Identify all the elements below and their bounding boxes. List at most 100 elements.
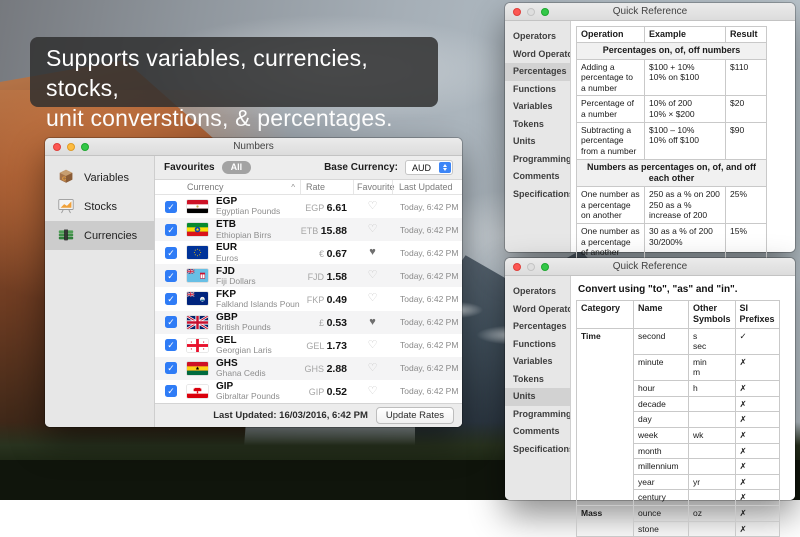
favourite-heart-icon[interactable]: ♡ [353, 386, 392, 397]
currency-row[interactable]: ✓ GBP British Pounds £ 0.53 ♥ Today, 6:4… [155, 311, 462, 334]
row-last-updated: Today, 6:42 PM [392, 386, 462, 396]
table-row: Timeseconds sec✓ [577, 328, 780, 354]
sidebar-item-operators[interactable]: Operators [505, 283, 570, 301]
sidebar-item-functions[interactable]: Functions [505, 336, 570, 354]
currency-rate: GHS 2.88 [300, 359, 353, 377]
rate-value: 0.52 [327, 386, 347, 398]
qr-bottom-titlebar[interactable]: Quick Reference [505, 258, 795, 276]
minimize-button[interactable] [67, 143, 75, 151]
sidebar-item-specifications[interactable]: Specifications [505, 441, 570, 459]
sidebar-item-programming[interactable]: Programming [505, 406, 570, 424]
sidebar-item-label: Stocks [84, 201, 117, 213]
stepper-arrows-icon[interactable] [439, 162, 451, 173]
base-currency-select[interactable]: AUD [405, 160, 453, 175]
enabled-checkbox[interactable]: ✓ [165, 224, 177, 236]
sidebar-item-tokens[interactable]: Tokens [505, 116, 570, 134]
sidebar-item-operators[interactable]: Operators [505, 28, 570, 46]
enabled-checkbox[interactable]: ✓ [165, 339, 177, 351]
currency-row[interactable]: ✓ GIP Gibraltar Pounds GIP 0.52 ♡ Today,… [155, 380, 462, 403]
sidebar-item-specifications[interactable]: Specifications [505, 186, 570, 204]
favourite-heart-icon[interactable]: ♡ [353, 201, 392, 212]
cell-symbols: s sec [689, 328, 736, 354]
cell-name: day [634, 412, 689, 428]
currency-row[interactable]: ✓ FKP Falkland Islands Pounds FKP 0.49 ♡… [155, 287, 462, 310]
currency-row[interactable]: ✓ GEL Georgian Laris GEL 1.73 ♡ Today, 6… [155, 334, 462, 357]
zoom-button[interactable] [541, 8, 549, 16]
column-header-currency[interactable]: Currency ^ [155, 180, 300, 194]
currency-code: EUR [216, 242, 300, 253]
sidebar-item-word-operators[interactable]: Word Operators [505, 46, 570, 64]
sidebar-item-percentages[interactable]: Percentages [505, 63, 570, 81]
th-operation: Operation [577, 27, 645, 43]
column-header-rate[interactable]: Rate [300, 180, 353, 194]
all-filter-button[interactable]: All [222, 161, 252, 174]
sidebar-item-functions[interactable]: Functions [505, 81, 570, 99]
currency-row[interactable]: ✓ GHS Ghana Cedis GHS 2.88 ♡ Today, 6:42… [155, 357, 462, 380]
close-button[interactable] [513, 263, 521, 271]
sidebar-item-comments[interactable]: Comments [505, 168, 570, 186]
enabled-checkbox[interactable]: ✓ [165, 293, 177, 305]
table-row: Adding a percentage to a number$100 + 10… [577, 59, 767, 96]
enabled-checkbox[interactable]: ✓ [165, 362, 177, 374]
currency-name: British Pounds [216, 323, 300, 333]
cell-category: Mass [577, 506, 634, 537]
column-header-favourite[interactable]: Favourite [353, 180, 392, 194]
enabled-checkbox[interactable]: ✓ [165, 385, 177, 397]
rate-value: 1.73 [327, 340, 347, 352]
zoom-button[interactable] [541, 263, 549, 271]
cell-symbols [689, 396, 736, 412]
favourite-heart-icon[interactable]: ♡ [353, 363, 392, 374]
numbers-main-pane: Favourites All Base Currency: AUD Curren… [155, 156, 462, 427]
cell-si: ✗ [735, 521, 779, 537]
close-button[interactable] [53, 143, 61, 151]
column-header-last-updated[interactable]: Last Updated [392, 180, 462, 194]
close-button[interactable] [513, 8, 521, 16]
quick-reference-window-units: Quick Reference OperatorsWord OperatorsP… [505, 258, 795, 500]
sidebar-item-variables[interactable]: Variables [505, 98, 570, 116]
favourites-filter-button[interactable]: Favourites [164, 162, 215, 173]
enabled-checkbox[interactable]: ✓ [165, 247, 177, 259]
currency-row[interactable]: ✓ ETB Ethiopian Birrs ETB 15.88 ♡ Today,… [155, 218, 462, 241]
cell-symbols: yr [689, 474, 736, 490]
favourite-heart-icon[interactable]: ♥ [353, 317, 392, 328]
rate-prefix: ETB [301, 226, 321, 236]
favourite-heart-icon[interactable]: ♡ [353, 293, 392, 304]
rate-value: 0.53 [327, 317, 347, 329]
favourite-heart-icon[interactable]: ♥ [353, 247, 392, 258]
sidebar-item-percentages[interactable]: Percentages [505, 318, 570, 336]
sidebar-item-variables[interactable]: C Variables [45, 163, 154, 192]
enabled-checkbox[interactable]: ✓ [165, 201, 177, 213]
cell-result: $20 [726, 96, 767, 122]
cell-name: ounce [634, 506, 689, 522]
update-rates-button[interactable]: Update Rates [376, 407, 454, 424]
currency-row[interactable]: ✓ FJD Fiji Dollars FJD 1.58 ♡ Today, 6:4… [155, 264, 462, 287]
cell-example: $100 – 10% 10% off $100 [645, 122, 726, 159]
sidebar-item-word-operators[interactable]: Word Operators [505, 301, 570, 319]
enabled-checkbox[interactable]: ✓ [165, 316, 177, 328]
currency-row[interactable]: ✓ EUR Euros € 0.67 ♥ Today, 6:42 PM [155, 241, 462, 264]
zoom-button[interactable] [81, 143, 89, 151]
window-controls [513, 3, 549, 20]
sidebar-item-stocks[interactable]: Stocks [45, 192, 154, 221]
numbers-titlebar[interactable]: Numbers [45, 138, 462, 156]
sidebar-item-variables[interactable]: Variables [505, 353, 570, 371]
currency-row[interactable]: ✓ EGP Egyptian Pounds EGP 6.61 ♡ Today, … [155, 195, 462, 218]
minimize-button[interactable] [527, 263, 535, 271]
favourite-heart-icon[interactable]: ♡ [353, 340, 392, 351]
favourite-heart-icon[interactable]: ♡ [353, 270, 392, 281]
sidebar-item-programming[interactable]: Programming [505, 151, 570, 169]
favourite-heart-icon[interactable]: ♡ [353, 224, 392, 235]
sidebar-item-units[interactable]: Units [505, 388, 570, 406]
cell-name: week [634, 427, 689, 443]
qr-top-titlebar[interactable]: Quick Reference [505, 3, 795, 21]
status-bar: Last Updated: 16/03/2016, 6:42 PM Update… [155, 403, 462, 427]
rate-value: 15.88 [321, 225, 347, 237]
sidebar-item-currencies[interactable]: Currencies [45, 221, 154, 250]
enabled-checkbox[interactable]: ✓ [165, 270, 177, 282]
minimize-button[interactable] [527, 8, 535, 16]
sidebar-item-comments[interactable]: Comments [505, 423, 570, 441]
flag-fiji [187, 269, 208, 282]
cell-symbols [689, 521, 736, 537]
sidebar-item-units[interactable]: Units [505, 133, 570, 151]
sidebar-item-tokens[interactable]: Tokens [505, 371, 570, 389]
